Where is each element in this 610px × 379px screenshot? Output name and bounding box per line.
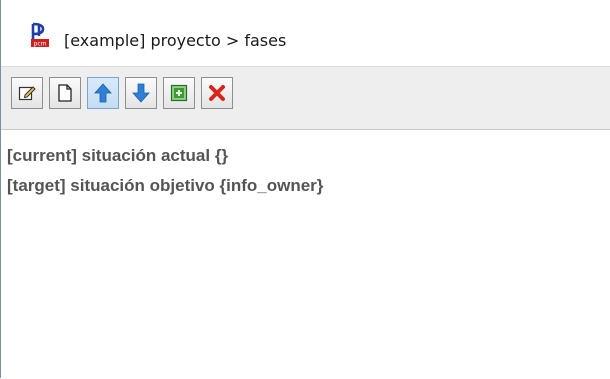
list-item-target[interactable]: [target] situación objetivo {info_owner} (7, 176, 323, 196)
move-down-button[interactable] (125, 77, 157, 109)
app-window: pcm [example] proyecto > fases [current]… (0, 0, 610, 379)
logo-text: pcm (34, 41, 47, 48)
new-document-button[interactable] (49, 77, 81, 109)
pcm-logo-icon: pcm (31, 22, 49, 48)
toolbar (1, 66, 610, 129)
add-button[interactable] (163, 77, 195, 109)
arrow-down-icon (132, 83, 150, 103)
arrow-up-icon (94, 83, 112, 103)
move-up-button[interactable] (87, 77, 119, 109)
new-document-icon (58, 84, 72, 102)
edit-button[interactable] (11, 77, 43, 109)
window-title: [example] proyecto > fases (64, 31, 287, 50)
delete-x-icon (209, 85, 225, 101)
add-green-icon (170, 84, 188, 102)
edit-icon (18, 86, 36, 101)
phase-list: [current] situación actual {} [target] s… (1, 129, 610, 379)
title-bar: pcm [example] proyecto > fases (1, 0, 610, 62)
delete-button[interactable] (201, 77, 233, 109)
list-item-current[interactable]: [current] situación actual {} (7, 146, 228, 166)
